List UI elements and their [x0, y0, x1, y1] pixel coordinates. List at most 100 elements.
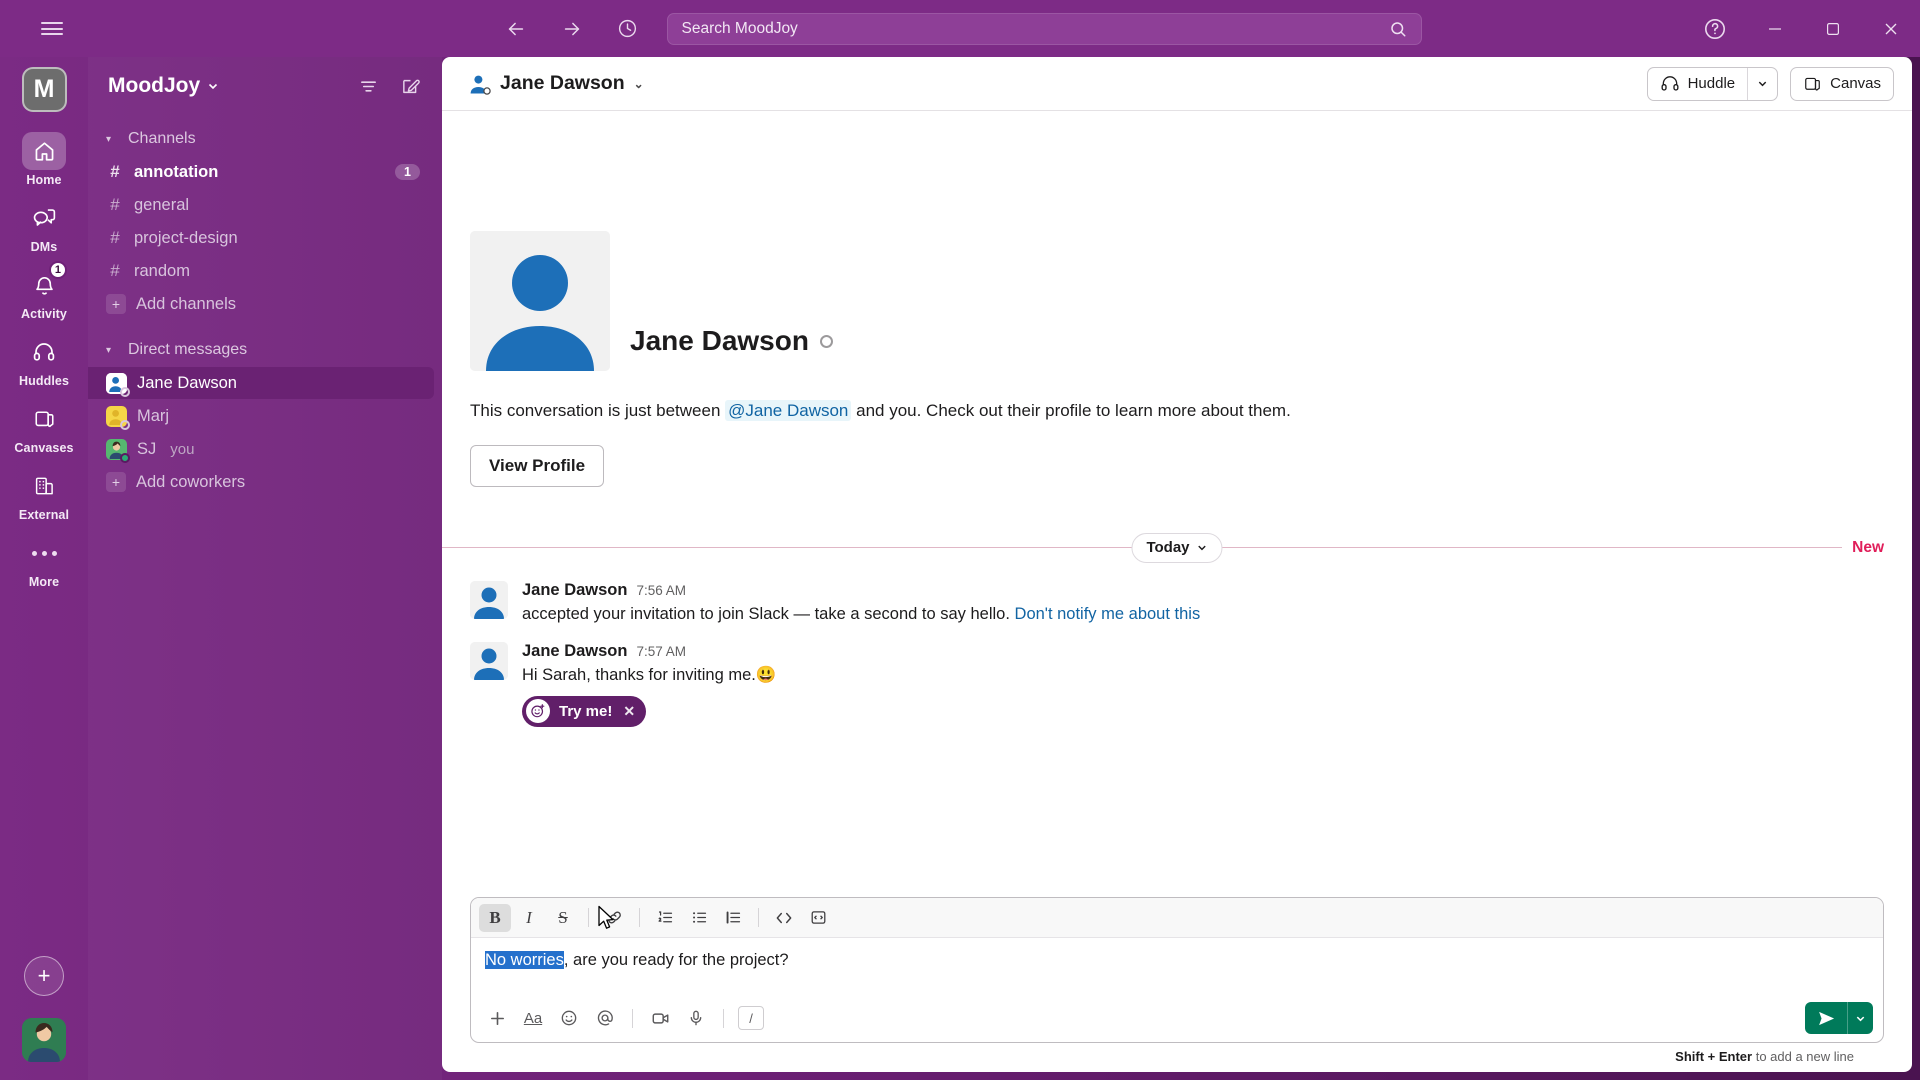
reaction-try-me-chip[interactable]: Try me! ✕: [522, 695, 647, 727]
maximize-button[interactable]: [1804, 0, 1862, 57]
send-button-group: [1805, 1002, 1873, 1034]
sidebar-item-project-design[interactable]: # project-design: [88, 222, 434, 254]
chevron-down-icon: [209, 83, 218, 90]
conversation-title[interactable]: Jane Dawson ⌄: [468, 72, 644, 95]
sidebar-item-marj[interactable]: Marj: [88, 400, 434, 432]
plus-icon[interactable]: [481, 1003, 513, 1033]
user-avatar[interactable]: [22, 1018, 66, 1062]
avatar[interactable]: [470, 580, 508, 619]
rail-label-home: Home: [26, 173, 62, 187]
sidebar-item-jane-dawson[interactable]: Jane Dawson: [88, 367, 434, 399]
rail-item-external[interactable]: External: [6, 467, 82, 522]
section-label-dms: Direct messages: [128, 341, 248, 358]
view-profile-button[interactable]: View Profile: [470, 444, 605, 487]
section-direct-messages[interactable]: ▾ Direct messages: [88, 334, 442, 366]
huddle-button[interactable]: Huddle: [1648, 68, 1748, 100]
bold-button[interactable]: B: [479, 903, 511, 932]
home-icon: [22, 132, 66, 170]
section-channels[interactable]: ▾ Channels: [88, 123, 442, 155]
intro-avatar[interactable]: [470, 231, 610, 371]
message-row: Jane Dawson 7:56 AM accepted your invita…: [442, 571, 1912, 628]
bulleted-list-button[interactable]: [683, 904, 715, 932]
ordered-list-button[interactable]: [649, 904, 681, 932]
blockquote-button[interactable]: [717, 904, 749, 932]
intro-name-row: Jane Dawson: [630, 325, 833, 371]
huddle-options-button[interactable]: [1748, 68, 1777, 100]
video-icon[interactable]: [644, 1003, 676, 1033]
menu-icon[interactable]: [30, 7, 74, 51]
message-timestamp[interactable]: 7:56 AM: [636, 583, 686, 598]
today-pill[interactable]: Today: [1131, 532, 1223, 563]
workspace-icon[interactable]: M: [21, 67, 67, 112]
message-row: Jane Dawson 7:57 AM Hi Sarah, thanks for…: [442, 628, 1912, 729]
hint-bold: Shift + Enter: [1675, 1049, 1753, 1064]
code-button[interactable]: [768, 904, 800, 932]
back-arrow-icon[interactable]: [499, 12, 533, 46]
conversation-intro: Jane Dawson This conversation is just be…: [442, 111, 1912, 487]
help-icon[interactable]: [1698, 12, 1732, 46]
italic-button[interactable]: I: [513, 904, 545, 932]
avatar[interactable]: [470, 641, 508, 680]
code-block-button[interactable]: [802, 904, 834, 932]
strikethrough-button[interactable]: S: [547, 904, 579, 932]
channel-label: annotation: [134, 162, 219, 181]
search-icon: [1390, 21, 1405, 36]
divider: [639, 908, 640, 927]
format-icon[interactable]: Aa: [517, 1003, 549, 1033]
rail-item-home[interactable]: Home: [6, 132, 82, 187]
history-clock-icon[interactable]: [611, 12, 645, 46]
rail-label-more: More: [28, 575, 60, 589]
message-text-main: accepted your invitation to join Slack —…: [522, 604, 1015, 623]
new-item-button[interactable]: +: [24, 956, 64, 996]
rail-item-canvases[interactable]: Canvases: [6, 400, 82, 455]
selected-text: No worries: [485, 951, 564, 969]
message-author[interactable]: Jane Dawson: [522, 642, 627, 661]
slash-command-icon[interactable]: /: [735, 1003, 767, 1033]
mic-icon[interactable]: [680, 1003, 712, 1033]
slack-window: Search MoodJoy M Home DMs 1 Activity Hud…: [0, 0, 1920, 1080]
caret-icon: ▾: [106, 133, 112, 145]
message-text: Hi Sarah, thanks for inviting me.😃: [522, 663, 1884, 687]
rail-item-huddles[interactable]: Huddles: [6, 333, 82, 388]
workspace-switcher[interactable]: MoodJoy: [108, 74, 219, 98]
send-options-button[interactable]: [1847, 1002, 1873, 1034]
rail-item-activity[interactable]: 1 Activity: [6, 261, 82, 321]
avatar: [106, 372, 130, 397]
hash-icon: #: [110, 228, 120, 247]
dms-icon: [22, 199, 66, 237]
search-input[interactable]: Search MoodJoy: [666, 12, 1422, 45]
mention-icon[interactable]: [589, 1003, 621, 1033]
rail-item-dms[interactable]: DMs: [6, 199, 82, 254]
filter-icon[interactable]: [352, 70, 384, 102]
sidebar-item-general[interactable]: # general: [88, 189, 434, 221]
minimize-button[interactable]: [1746, 0, 1804, 57]
canvas-button[interactable]: Canvas: [1790, 66, 1894, 101]
sidebar-header: MoodJoy: [88, 57, 442, 115]
chevron-down-icon: [1198, 545, 1206, 551]
sidebar-item-random[interactable]: # random: [88, 255, 434, 287]
headphones-icon: [1661, 76, 1679, 91]
channel-label: random: [134, 261, 190, 280]
forward-arrow-icon[interactable]: [555, 12, 589, 46]
close-icon[interactable]: ✕: [623, 703, 635, 720]
message-timestamp[interactable]: 7:57 AM: [636, 644, 686, 659]
message-author[interactable]: Jane Dawson: [522, 581, 627, 600]
dm-label: SJ: [137, 439, 157, 458]
send-button[interactable]: [1805, 1002, 1847, 1034]
close-button[interactable]: [1862, 0, 1920, 57]
sidebar-item-add-coworkers[interactable]: + Add coworkers: [88, 466, 434, 498]
compose-icon[interactable]: [394, 70, 426, 102]
dont-notify-link[interactable]: Don't notify me about this: [1015, 605, 1201, 623]
rail-item-more[interactable]: More: [6, 534, 82, 589]
sidebar-item-sj[interactable]: SJ you: [88, 433, 434, 465]
message-input[interactable]: No worries, are you ready for the projec…: [471, 938, 1883, 994]
sidebar-item-add-channels[interactable]: + Add channels: [88, 288, 434, 320]
sidebar-item-annotation[interactable]: # annotation 1: [88, 156, 434, 188]
conversation-name: Jane Dawson: [500, 72, 625, 94]
divider: [758, 908, 759, 927]
titlebar-center: Search MoodJoy: [0, 12, 1920, 46]
emoji-icon[interactable]: [553, 1003, 585, 1033]
message-body: Jane Dawson 7:57 AM Hi Sarah, thanks for…: [522, 642, 1884, 727]
mention-jane-dawson[interactable]: @Jane Dawson: [725, 400, 852, 421]
link-button[interactable]: [598, 904, 630, 932]
